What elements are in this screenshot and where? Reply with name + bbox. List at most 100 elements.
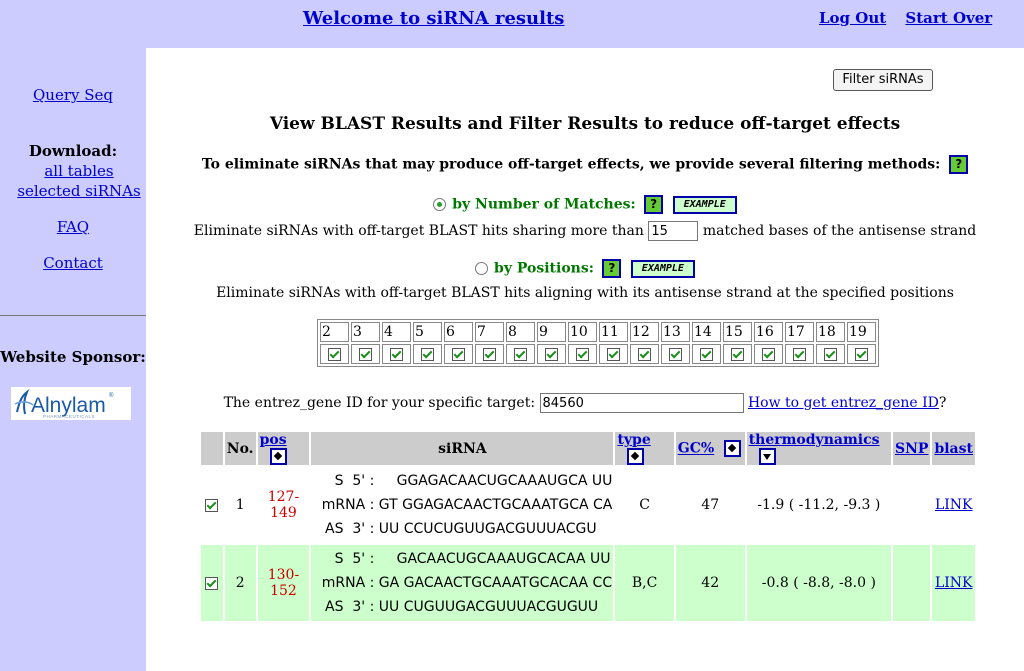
example-matches-button[interactable]: EXAMPLE — [672, 195, 737, 214]
antisense-label: AS 3' : — [325, 599, 375, 615]
position-checkbox-cell — [537, 344, 566, 364]
position-number-cell: 8 — [506, 322, 535, 342]
position-checkbox[interactable] — [359, 347, 372, 361]
antisense-seq: UU CUGUUGACGUUUACGUGUU — [378, 599, 599, 615]
gc-sort-icon[interactable] — [724, 440, 742, 457]
by-positions-description: Eliminate siRNAs with off-target BLAST h… — [216, 285, 954, 301]
type-sort-icon[interactable] — [627, 448, 645, 465]
position-checkbox[interactable] — [483, 347, 496, 361]
thermo-sort-link[interactable]: thermodynamics — [749, 432, 880, 448]
position-checkbox-cell — [723, 344, 752, 364]
position-checkbox[interactable] — [576, 347, 589, 361]
help-intro-icon[interactable]: ? — [949, 155, 969, 174]
position-number-row: 2 3 4 5 6 7 8 9 10 11 12 13 14 15 16 17 18 19 — [320, 322, 876, 342]
all-tables-link[interactable]: all tables — [44, 162, 113, 180]
row-number: 1 — [224, 467, 256, 543]
alnylam-logo-image: Alnylam ® PHARMACEUTICALS — [14, 388, 114, 419]
alnylam-logo[interactable]: Alnylam ® PHARMACEUTICALS — [11, 387, 131, 420]
position-checkbox-cell — [351, 344, 380, 364]
position-number-cell: 16 — [754, 322, 783, 342]
position-checkbox-cell — [506, 344, 535, 364]
position-checkbox[interactable] — [762, 347, 775, 361]
position-checkbox-cell — [692, 344, 721, 364]
position-checkbox[interactable] — [731, 347, 744, 361]
antisense-label: AS 3' : — [325, 521, 375, 537]
position-checkbox-cell — [630, 344, 659, 364]
snp-sort-link[interactable]: SNP — [895, 441, 928, 457]
row-checkbox[interactable] — [205, 498, 219, 512]
position-checkbox-cell — [847, 344, 876, 364]
position-number-cell: 5 — [413, 322, 442, 342]
row-sirna-sequences: S 5' : GGAGACAACUGCAAAUGCA UU mRNA : GT … — [311, 467, 614, 543]
example-positions-button[interactable]: EXAMPLE — [630, 259, 695, 278]
help-matches-icon[interactable]: ? — [644, 195, 664, 214]
faq-link[interactable]: FAQ — [57, 218, 89, 236]
pos-sort-link[interactable]: pos — [260, 432, 287, 448]
query-seq-link[interactable]: Query Seq — [33, 86, 113, 104]
gene-id-input[interactable] — [539, 393, 744, 413]
position-checkbox[interactable] — [669, 347, 682, 361]
filter-intro: To eliminate siRNAs that may produce off… — [146, 155, 1024, 174]
pos-sort-icon[interactable] — [269, 448, 287, 465]
sense-label: S 5' : — [334, 473, 375, 489]
position-number-cell: 2 — [320, 322, 349, 342]
thermo-header: thermodynamics — [746, 432, 891, 465]
by-matches-description: Eliminate siRNAs with off-target BLAST h… — [146, 221, 1024, 241]
row-thermo: -0.8 ( -8.8, -8.0 ) — [746, 545, 891, 621]
gc-sort-link[interactable]: GC% — [678, 441, 714, 457]
row-gc: 42 — [675, 545, 745, 621]
start-over-link[interactable]: Start Over — [905, 9, 992, 27]
selected-sirnas-link[interactable]: selected siRNAs — [17, 182, 140, 200]
position-checkbox[interactable] — [452, 347, 465, 361]
position-number-cell: 15 — [723, 322, 752, 342]
antisense-seq: UU CCUCUGUUGACGUUUACGU — [378, 521, 597, 537]
filter-sirnas-button[interactable]: Filter siRNAs — [833, 69, 933, 91]
blast-link[interactable]: LINK — [935, 575, 973, 591]
position-checkbox[interactable] — [328, 347, 341, 361]
sidebar: Query Seq Download: all tables selected … — [0, 48, 146, 671]
matches-text-before: Eliminate siRNAs with off-target BLAST h… — [193, 223, 644, 239]
position-number-cell: 14 — [692, 322, 721, 342]
match-count-input[interactable] — [648, 221, 699, 241]
svg-text:®: ® — [109, 392, 114, 399]
logout-link[interactable]: Log Out — [819, 9, 886, 27]
position-checkbox[interactable] — [421, 347, 434, 361]
row-checkbox[interactable] — [205, 576, 219, 590]
position-checkbox[interactable] — [607, 347, 620, 361]
by-matches-radio[interactable] — [433, 198, 447, 211]
by-positions-option: by Positions: ? EXAMPLE — [146, 259, 1024, 278]
mrna-label: mRNA : — [321, 497, 375, 513]
position-checkbox[interactable] — [855, 347, 868, 361]
row-thermo: -1.9 ( -11.2, -9.3 ) — [746, 467, 891, 543]
position-number-cell: 18 — [816, 322, 845, 342]
mrna-seq: GT GGAGACAACTGCAAATGCA CA — [378, 497, 613, 513]
position-checkbox-cell — [382, 344, 411, 364]
position-checkbox-cell — [754, 344, 783, 364]
blast-sort-link[interactable]: blast — [934, 441, 973, 457]
position-checkbox[interactable] — [545, 347, 558, 361]
position-checkbox[interactable] — [824, 347, 837, 361]
page-title-link[interactable]: Welcome to siRNA results — [303, 8, 564, 29]
row-type: B,C — [615, 545, 674, 621]
by-positions-label: by Positions: — [494, 260, 594, 277]
pos-header: pos — [257, 432, 310, 465]
position-checkbox[interactable] — [514, 347, 527, 361]
contact-link[interactable]: Contact — [43, 254, 103, 272]
gene-id-help-link[interactable]: How to get entrez_gene ID — [748, 395, 939, 411]
blast-header: blast — [932, 432, 975, 465]
blast-link[interactable]: LINK — [935, 497, 973, 513]
positions-grid: 2 3 4 5 6 7 8 9 10 11 12 13 14 15 16 17 18 19 — [317, 319, 879, 367]
position-checkbox[interactable] — [793, 347, 806, 361]
position-checkbox[interactable] — [700, 347, 713, 361]
position-checkbox-row — [320, 344, 876, 364]
top-nav: Log Out Start Over — [819, 9, 1006, 27]
help-positions-icon[interactable]: ? — [602, 259, 622, 278]
table-row: 1 127-149 S 5' : GGAGACAACUGCAAAUGCA UU … — [201, 467, 975, 543]
position-checkbox[interactable] — [390, 347, 403, 361]
type-header: type — [615, 432, 674, 465]
position-checkbox[interactable] — [638, 347, 651, 361]
row-sirna-sequences: S 5' : GACAACUGCAAAUGCACAA UU mRNA : GA … — [311, 545, 614, 621]
thermo-sort-icon[interactable] — [758, 448, 776, 465]
by-positions-radio[interactable] — [475, 262, 489, 275]
type-sort-link[interactable]: type — [617, 432, 650, 448]
